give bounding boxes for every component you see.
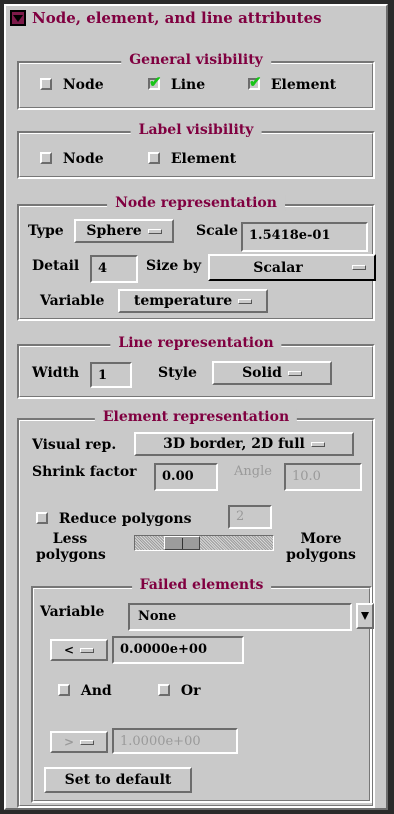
checkbox-icon[interactable] xyxy=(40,152,52,164)
checkbox-icon[interactable] xyxy=(36,512,48,524)
and-checkbox[interactable]: And xyxy=(58,683,112,699)
scale-field[interactable]: 1.5418e-01 xyxy=(241,222,368,252)
option-menu-icon xyxy=(80,739,95,745)
variable-label: Variable xyxy=(40,293,105,309)
general-node-checkbox[interactable]: Node xyxy=(40,77,104,93)
style-label: Style xyxy=(158,365,197,381)
reduce-polygons-checkbox[interactable]: Reduce polygons xyxy=(36,511,191,527)
option-menu-icon xyxy=(352,265,366,270)
group-title: General visibility xyxy=(121,52,271,68)
group-title: Label visibility xyxy=(130,122,262,138)
failed-operator-2-menu: > xyxy=(50,731,108,753)
group-title: Line representation xyxy=(110,335,282,351)
option-menu-icon xyxy=(147,228,162,234)
shrink-factor-field[interactable]: 0.00 xyxy=(154,463,218,491)
failed-operator-1-menu[interactable]: < xyxy=(50,639,108,661)
node-type-menu[interactable]: Sphere xyxy=(74,219,174,243)
failed-value-1-field[interactable]: 0.0000e+00 xyxy=(112,636,244,664)
label-node-checkbox[interactable]: Node xyxy=(40,151,104,167)
set-to-default-button[interactable]: Set to default xyxy=(44,767,192,793)
dropdown-arrow-icon[interactable] xyxy=(356,603,374,629)
or-checkbox[interactable]: Or xyxy=(158,683,200,699)
visual-rep-menu[interactable]: 3D border, 2D full xyxy=(134,432,354,456)
section-header[interactable]: Node, element, and line attributes xyxy=(10,9,322,27)
collapse-toggle-icon[interactable] xyxy=(10,10,26,26)
more-polygons-label: More polygons xyxy=(286,531,356,563)
group-title: Failed elements xyxy=(131,577,272,593)
angle-field: 10.0 xyxy=(284,463,362,491)
detail-field[interactable]: 4 xyxy=(90,255,138,283)
option-menu-icon xyxy=(310,441,325,447)
node-variable-menu[interactable]: temperature xyxy=(118,289,268,313)
section-title: Node, element, and line attributes xyxy=(32,9,322,27)
detail-label: Detail xyxy=(32,258,80,274)
checkbox-icon[interactable] xyxy=(158,684,170,696)
option-menu-icon xyxy=(80,647,95,653)
size-by-label: Size by xyxy=(146,258,202,274)
scale-label: Scale xyxy=(196,223,238,239)
option-menu-icon xyxy=(238,298,253,304)
line-style-menu[interactable]: Solid xyxy=(212,361,332,385)
angle-label: Angle xyxy=(234,464,272,479)
reduce-count-field: 2 xyxy=(228,505,272,529)
checkbox-icon[interactable] xyxy=(148,152,160,164)
general-element-checkbox[interactable]: ✔ Element xyxy=(248,75,336,93)
label-element-checkbox[interactable]: Element xyxy=(148,151,236,167)
checkbox-icon[interactable] xyxy=(40,78,52,90)
failed-variable-label: Variable xyxy=(40,604,105,620)
general-line-checkbox[interactable]: ✔ Line xyxy=(148,75,205,93)
polygon-reduction-slider[interactable] xyxy=(134,535,274,551)
visual-rep-label: Visual rep. xyxy=(32,437,117,453)
size-by-menu[interactable]: Scalar xyxy=(208,254,376,281)
slider-thumb[interactable] xyxy=(164,536,200,550)
shrink-factor-label: Shrink factor xyxy=(32,464,137,480)
width-field[interactable]: 1 xyxy=(90,362,132,388)
option-menu-icon xyxy=(287,370,302,376)
checkmark-icon[interactable]: ✔ xyxy=(248,75,262,90)
width-label: Width xyxy=(32,365,80,381)
type-label: Type xyxy=(28,223,64,239)
failed-value-2-field: 1.0000e+00 xyxy=(112,728,238,754)
checkmark-icon[interactable]: ✔ xyxy=(148,75,162,90)
group-title: Node representation xyxy=(107,195,285,211)
failed-variable-field[interactable]: None xyxy=(128,603,352,631)
checkbox-icon[interactable] xyxy=(58,684,70,696)
group-title: Element representation xyxy=(94,409,298,425)
less-polygons-label: Less polygons xyxy=(36,531,106,563)
